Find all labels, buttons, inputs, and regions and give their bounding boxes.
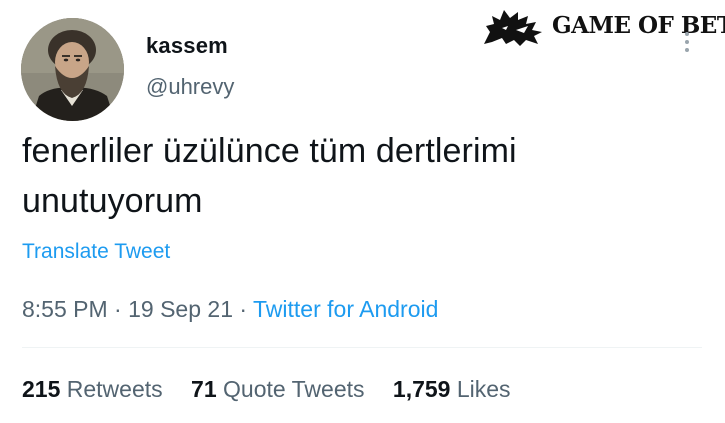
tweet-card: kassem @uhrevy GAME OF BET fenerliler üz… (0, 0, 725, 423)
retweets-stat[interactable]: 215 Retweets (22, 376, 163, 403)
retweets-count: 215 (22, 376, 61, 402)
likes-count: 1,759 (392, 376, 451, 402)
quote-tweets-count: 71 (191, 376, 217, 402)
tweet-text-line-1: fenerliler üzülünce tüm dertlerimi (22, 132, 517, 170)
divider (22, 347, 702, 348)
quote-tweets-label: Quote Tweets (223, 376, 365, 402)
display-name[interactable]: kassem (146, 33, 228, 59)
tweet-text: fenerliler üzülünce tüm dertlerimi unutu… (22, 126, 682, 226)
watermark-text: GAME OF BET (552, 12, 725, 39)
tweet-stats: 215 Retweets 71 Quote Tweets 1,759 Likes (22, 376, 533, 403)
likes-label: Likes (456, 376, 511, 402)
translate-tweet-link[interactable]: Translate Tweet (22, 240, 170, 264)
tweet-text-line-2: unutuyorum (22, 182, 203, 220)
watermark-logo: GAME OF BET (480, 6, 725, 48)
meta-separator: · (239, 296, 248, 322)
meta-separator: · (114, 296, 122, 322)
retweets-label: Retweets (66, 376, 163, 402)
tweet-metadata: 8:55 PM · 19 Sep 21 · Twitter for Androi… (22, 296, 438, 323)
user-handle[interactable]: @uhrevy (146, 74, 234, 100)
avatar[interactable] (21, 18, 124, 121)
tweet-source-link[interactable]: Twitter for Android (253, 296, 438, 322)
more-options-icon[interactable] (680, 30, 694, 60)
tweet-time[interactable]: 8:55 PM (22, 296, 108, 322)
quote-tweets-stat[interactable]: 71 Quote Tweets (191, 376, 364, 403)
likes-stat[interactable]: 1,759 Likes (393, 376, 511, 403)
wolf-sigil-icon (484, 10, 542, 46)
tweet-date[interactable]: 19 Sep 21 (128, 296, 233, 322)
